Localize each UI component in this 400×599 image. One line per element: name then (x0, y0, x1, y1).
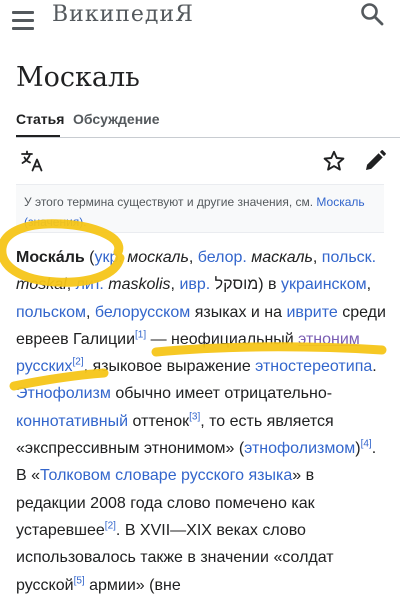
link-connotative[interactable]: коннотативный (16, 413, 128, 430)
text-run: , языковое выражение (83, 358, 256, 376)
article-term: Моска́ль (16, 249, 85, 266)
reference-6[interactable]: [5] (74, 575, 85, 586)
search-icon[interactable] (359, 1, 385, 27)
link-dictionary[interactable]: Толковом словаре русского языка (40, 467, 292, 484)
link-polish-abbr[interactable]: польск. (322, 249, 376, 266)
link-ethnophaulism[interactable]: Этнофолизм (16, 385, 111, 402)
reference-3[interactable]: [3] (189, 411, 200, 422)
star-icon[interactable] (322, 149, 346, 173)
link-ethnostereotype[interactable]: этностереотипа (255, 358, 372, 375)
word-belarusian: маскаль (246, 249, 313, 266)
reference-4[interactable]: [4] (361, 439, 372, 450)
link-hebrew-abbr[interactable]: ивр. (179, 276, 210, 293)
link-belarusian-language[interactable]: белорусском (95, 304, 190, 321)
hatnote-tail: . (83, 215, 87, 229)
disambiguation-hatnote: У этого термина существуют и другие знач… (16, 184, 384, 233)
text-run: ) в (258, 276, 281, 294)
link-russians[interactable]: русских (16, 358, 72, 375)
text-run: , (188, 249, 198, 266)
link-hebrew-language[interactable]: иврите (286, 304, 337, 321)
link-belarusian-abbr[interactable]: белор. (198, 249, 247, 266)
word-lithuanian: maskolis (103, 276, 171, 294)
text-run: , (85, 303, 95, 321)
link-ethnonym[interactable]: этноним (298, 331, 360, 348)
link-ukrainian-language[interactable]: украинском (281, 276, 367, 293)
text-run: . (372, 358, 377, 376)
page-title: Москаль (16, 62, 140, 93)
tab-discussion[interactable]: Обсуждение (73, 111, 160, 127)
reference-1[interactable]: [1] (135, 330, 146, 341)
text-run: армии» (вне (84, 576, 181, 594)
article-paragraph: Моска́ль (укр. москаль, белор. маскаль, … (16, 244, 388, 599)
reference-5[interactable]: [2] (105, 521, 116, 532)
text-run: , (312, 249, 322, 266)
tab-article[interactable]: Статья (16, 111, 64, 127)
link-ukrainian-abbr[interactable]: укр. (94, 249, 122, 266)
text-run: , (66, 276, 76, 294)
wikipedia-logo[interactable]: ВикипедиЯ (52, 2, 194, 28)
top-bar: ВикипедиЯ (0, 0, 400, 42)
word-hebrew: מוסקל (210, 276, 259, 294)
text-run: , (366, 276, 372, 294)
text-run: обычно имеет отрицательно- (110, 385, 333, 403)
word-polish: moskal (16, 276, 67, 294)
link-polish-language[interactable]: польском (16, 304, 86, 321)
link-lithuanian-abbr[interactable]: лит. (76, 276, 104, 293)
pencil-icon[interactable] (363, 149, 387, 173)
hamburger-menu-icon[interactable] (12, 11, 34, 31)
tabs-divider (16, 137, 400, 138)
text-run: языках и на (190, 303, 287, 321)
link-ethnophaulism-2[interactable]: этнофолизмом (244, 440, 355, 457)
reference-2[interactable]: [2] (72, 357, 83, 368)
text-run: — неофициальный (146, 330, 299, 348)
text-run: оттенок (128, 412, 190, 430)
word-ukrainian: москаль (122, 249, 189, 266)
hatnote-text: У этого термина существуют и другие знач… (24, 195, 314, 209)
language-icon[interactable] (20, 149, 44, 173)
